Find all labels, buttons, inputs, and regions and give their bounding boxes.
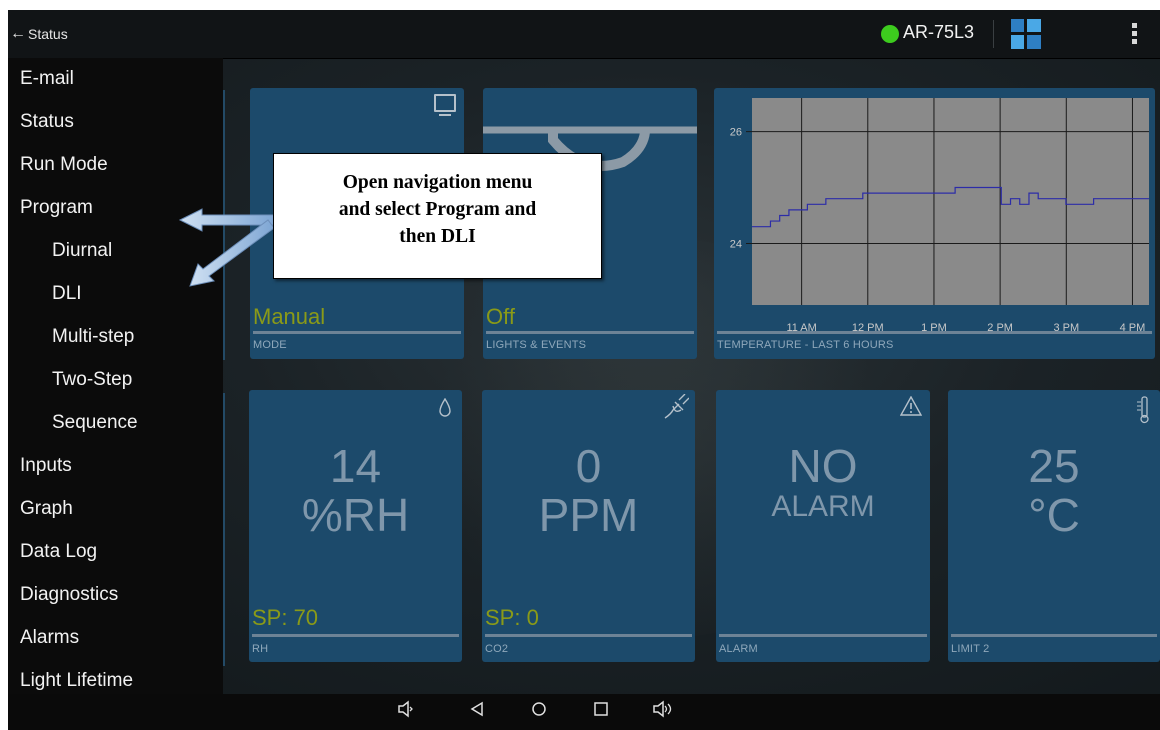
device-screen: ← Status AR-75L3 E-mail Status Run Mode Pro… [8, 10, 1160, 712]
instruction-callout: Open navigation menu and select Program … [273, 153, 602, 279]
co2-setpoint: SP: 0 [485, 605, 539, 630]
x-tick-label: 1 PM [921, 322, 947, 333]
temperature-chart: 24 26 11 AM 12 PM 1 PM 2 PM 3 PM 4 PM [730, 98, 1149, 333]
y-tick-label: 26 [730, 127, 742, 139]
sidebar-item-two-step[interactable]: Two-Step [52, 369, 132, 391]
limit-card[interactable]: 25 °C LIMIT 2 [948, 390, 1160, 662]
volume-down-icon[interactable] [397, 700, 413, 718]
connection-status-icon [881, 25, 899, 43]
co2-unit: PPM [538, 489, 639, 541]
lights-caption: LIGHTS & EVENTS [486, 339, 587, 351]
x-tick-label: 12 PM [852, 322, 884, 333]
caption-line [252, 634, 459, 637]
rh-value: 14 [329, 440, 382, 492]
monitor-stand [439, 114, 451, 116]
sidebar-item-program[interactable]: Program [20, 197, 93, 219]
co2-card[interactable]: 0 PPM SP: 0 CO2 [482, 390, 695, 662]
plug-icon [664, 394, 689, 419]
co2-caption: CO2 [485, 643, 509, 655]
alarm-unit: ALARM [771, 490, 875, 523]
volume-up-icon[interactable] [652, 700, 676, 718]
rh-card[interactable]: 14 %RH SP: 70 RH [249, 390, 462, 662]
sidebar-item-alarms[interactable]: Alarms [20, 627, 79, 649]
monitor-icon [434, 94, 456, 112]
sidebar-item-run-mode[interactable]: Run Mode [20, 154, 108, 176]
alarm-value: NO [788, 440, 858, 492]
y-tick-label: 24 [730, 238, 742, 250]
sidebar-item-graph[interactable]: Graph [20, 498, 73, 520]
sidebar-item-status[interactable]: Status [20, 111, 74, 133]
x-tick-label: 3 PM [1053, 322, 1079, 333]
sidebar-item-inputs[interactable]: Inputs [20, 455, 72, 477]
x-tick-label: 4 PM [1120, 322, 1146, 333]
rh-setpoint: SP: 70 [252, 605, 319, 630]
alarm-card[interactable]: NO ALARM ALARM [716, 390, 930, 662]
lights-value: Off [486, 304, 515, 329]
divider [993, 20, 994, 48]
caption-line [485, 634, 692, 637]
home-icon[interactable] [531, 701, 547, 717]
sidebar-item-light-lifetime[interactable]: Light Lifetime [20, 670, 133, 692]
callout-line: and select Program and [338, 199, 537, 220]
caption-line [486, 331, 694, 334]
droplet-icon [439, 398, 451, 417]
overflow-menu-icon[interactable] [1132, 23, 1138, 45]
mode-value: Manual [253, 304, 326, 329]
sidebar-item-e-mail[interactable]: E-mail [20, 68, 74, 90]
limit-unit: °C [1028, 489, 1080, 541]
callout-text: Open navigation menu and select Program … [274, 169, 601, 250]
rh-unit: %RH [301, 489, 410, 541]
plot-area [752, 98, 1149, 305]
sidebar-item-multi-step[interactable]: Multi-step [52, 326, 134, 348]
sidebar-item-sequence[interactable]: Sequence [52, 412, 138, 434]
rh-caption: RH [252, 643, 269, 655]
thermometer-icon [1137, 396, 1149, 424]
callout-line: Open navigation menu [342, 172, 533, 193]
caption-line [719, 634, 927, 637]
limit-value: 25 [1028, 440, 1080, 492]
co2-value: 0 [575, 440, 602, 492]
caption-line [253, 331, 461, 334]
limit-caption: LIMIT 2 [951, 643, 990, 655]
back-arrow-icon: ← [10, 25, 26, 42]
top-bar: ← Status AR-75L3 [8, 10, 1160, 59]
callout-line: then DLI [399, 226, 476, 247]
recents-icon[interactable] [593, 701, 609, 717]
sidebar-item-dli[interactable]: DLI [52, 283, 82, 305]
system-navigation-bar [8, 694, 1160, 730]
mode-caption: MODE [253, 339, 287, 351]
back-label: Status [28, 26, 68, 42]
tiles-view-icon[interactable] [1011, 19, 1041, 49]
sidebar-item-diagnostics[interactable]: Diagnostics [20, 584, 118, 606]
navigation-drawer: E-mail Status Run Mode Program Diurnal DLI Mul… [8, 58, 223, 694]
x-tick-label: 2 PM [987, 322, 1013, 333]
sidebar-item-diurnal[interactable]: Diurnal [52, 240, 112, 262]
x-tick-label: 11 AM [786, 322, 816, 333]
back-button[interactable]: ← Status [8, 10, 68, 58]
sidebar-item-data-log[interactable]: Data Log [20, 541, 97, 563]
drawer-edge [223, 90, 225, 360]
caption-line [951, 634, 1157, 637]
back-icon[interactable] [470, 701, 484, 717]
warning-icon [900, 396, 922, 416]
chart-title: TEMPERATURE - LAST 6 HOURS [717, 339, 894, 351]
alarm-caption: ALARM [719, 643, 758, 655]
drawer-edge [223, 393, 225, 666]
device-id[interactable]: AR-75L3 [903, 22, 974, 43]
